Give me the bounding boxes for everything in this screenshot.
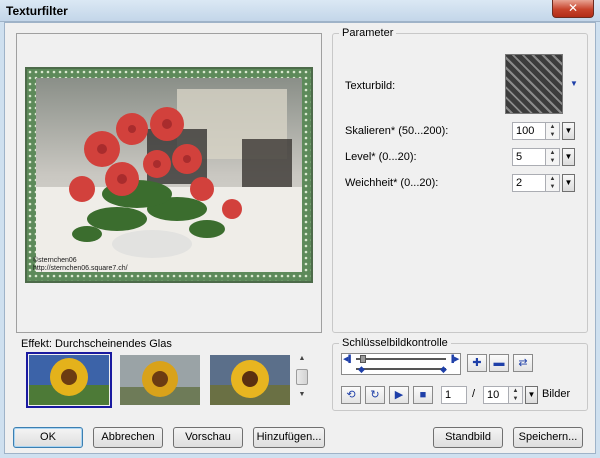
softness-label: Weichheit* (0...20): bbox=[345, 177, 439, 189]
softness-spinner[interactable]: 2 ▲ ▼ ▼ bbox=[512, 174, 575, 192]
timeline-start-icon[interactable]: ◀▌ bbox=[343, 355, 353, 364]
ok-button[interactable]: OK bbox=[13, 427, 83, 448]
window-title: Texturfilter bbox=[6, 4, 68, 18]
level-dropdown-button[interactable]: ▼ bbox=[562, 148, 575, 166]
add-button[interactable]: Hinzufügen... bbox=[253, 427, 325, 448]
preview-button[interactable]: Vorschau bbox=[173, 427, 243, 448]
sunflower-glass-2[interactable] bbox=[120, 355, 200, 405]
spin-up-icon: ▲ bbox=[512, 388, 519, 394]
add-keyframe-icon[interactable]: ✚ bbox=[467, 354, 487, 372]
total-frames-spinner[interactable]: 10 ▲ ▼ ▼ bbox=[483, 386, 538, 404]
loop-icon[interactable]: ⟲ bbox=[341, 386, 361, 404]
title-bar: Texturfilter ✕ bbox=[0, 0, 600, 22]
remove-keyframe-icon[interactable]: ▬ bbox=[489, 354, 509, 372]
total-frames-input[interactable]: 10 bbox=[483, 386, 509, 404]
keyframe-timeline[interactable]: ◀▌ ▐▶ ◆ ◆ bbox=[341, 353, 461, 375]
chevron-down-icon: ▼ bbox=[564, 178, 573, 187]
scroll-up-icon[interactable]: ▲ bbox=[295, 353, 309, 365]
preview-panel: ©sternchen06 http://sternchen06.square7.… bbox=[16, 33, 322, 333]
spin-up-icon: ▲ bbox=[549, 176, 556, 182]
texture-swatch[interactable] bbox=[505, 54, 563, 114]
texture-label: Texturbild: bbox=[345, 80, 396, 92]
default-image-button[interactable]: Standbild bbox=[433, 427, 503, 448]
sunflower-glass-3[interactable] bbox=[210, 355, 290, 405]
softness-input[interactable]: 2 bbox=[512, 174, 546, 192]
softness-spin-arrows[interactable]: ▲ ▼ bbox=[546, 174, 560, 192]
timeline-marker[interactable] bbox=[360, 355, 366, 363]
softness-dropdown-button[interactable]: ▼ bbox=[562, 174, 575, 192]
spin-up-icon: ▲ bbox=[549, 124, 556, 130]
timeline-keyframe-icon[interactable]: ◆ bbox=[440, 364, 447, 375]
dialog-body: ©sternchen06 http://sternchen06.square7.… bbox=[4, 22, 596, 454]
frame-separator: / bbox=[472, 388, 476, 400]
preview-image: ©sternchen06 http://sternchen06.square7.… bbox=[25, 67, 313, 283]
spin-down-icon: ▼ bbox=[549, 184, 556, 190]
scale-spin-arrows[interactable]: ▲ ▼ bbox=[546, 122, 560, 140]
keyframe-group: Schlüsselbildkontrolle ◀▌ ▐▶ ◆ ◆ ✚ ▬ ⇄ ⟲… bbox=[332, 337, 588, 411]
close-button[interactable]: ✕ bbox=[552, 0, 594, 18]
effect-scrollbar[interactable]: ▲ ▼ bbox=[295, 353, 309, 409]
parameter-group: Parameter Texturbild: ▼ Skalieren* (50..… bbox=[332, 27, 588, 333]
save-button[interactable]: Speichern... bbox=[513, 427, 583, 448]
keyframe-group-label: Schlüsselbildkontrolle bbox=[339, 337, 451, 349]
parameter-group-label: Parameter bbox=[339, 27, 397, 39]
scale-spinner[interactable]: 100 ▲ ▼ ▼ bbox=[512, 122, 575, 140]
level-spinner[interactable]: 5 ▲ ▼ ▼ bbox=[512, 148, 575, 166]
scale-dropdown-button[interactable]: ▼ bbox=[562, 122, 575, 140]
spin-down-icon: ▼ bbox=[512, 396, 519, 402]
swap-keyframe-icon[interactable]: ⇄ bbox=[513, 354, 533, 372]
total-frames-dropdown-button[interactable]: ▼ bbox=[525, 386, 538, 404]
level-spin-arrows[interactable]: ▲ ▼ bbox=[546, 148, 560, 166]
effect-label: Effekt: Durchscheinendes Glas bbox=[21, 338, 172, 350]
stop-icon[interactable]: ■ bbox=[413, 386, 433, 404]
chevron-down-icon: ▼ bbox=[564, 152, 573, 161]
spin-down-icon: ▼ bbox=[549, 132, 556, 138]
timeline-end-icon[interactable]: ▐▶ bbox=[449, 355, 459, 364]
close-icon: ✕ bbox=[567, 1, 579, 15]
current-frame-input[interactable]: 1 bbox=[441, 386, 467, 404]
frames-label: Bilder bbox=[542, 388, 571, 400]
chevron-down-icon: ▼ bbox=[564, 126, 573, 135]
scale-input[interactable]: 100 bbox=[512, 122, 546, 140]
scale-label: Skalieren* (50...200): bbox=[345, 125, 449, 137]
spin-down-icon: ▼ bbox=[549, 158, 556, 164]
spin-up-icon: ▲ bbox=[549, 150, 556, 156]
watermark-text: ©sternchen06 http://sternchen06.square7.… bbox=[33, 257, 128, 272]
total-frames-spin-arrows[interactable]: ▲ ▼ bbox=[509, 386, 523, 404]
timeline-keyframe-icon[interactable]: ◆ bbox=[358, 364, 365, 375]
sunflower-glass-1[interactable] bbox=[26, 352, 112, 408]
level-input[interactable]: 5 bbox=[512, 148, 546, 166]
play-icon[interactable]: ▶ bbox=[389, 386, 409, 404]
scroll-thumb[interactable] bbox=[296, 369, 308, 385]
scroll-down-icon[interactable]: ▼ bbox=[295, 389, 309, 401]
level-label: Level* (0...20): bbox=[345, 151, 417, 163]
cancel-button[interactable]: Abbrechen bbox=[93, 427, 163, 448]
repeat-icon[interactable]: ↻ bbox=[365, 386, 385, 404]
texture-dropdown-icon[interactable]: ▼ bbox=[570, 79, 578, 88]
chevron-down-icon: ▼ bbox=[527, 390, 536, 399]
